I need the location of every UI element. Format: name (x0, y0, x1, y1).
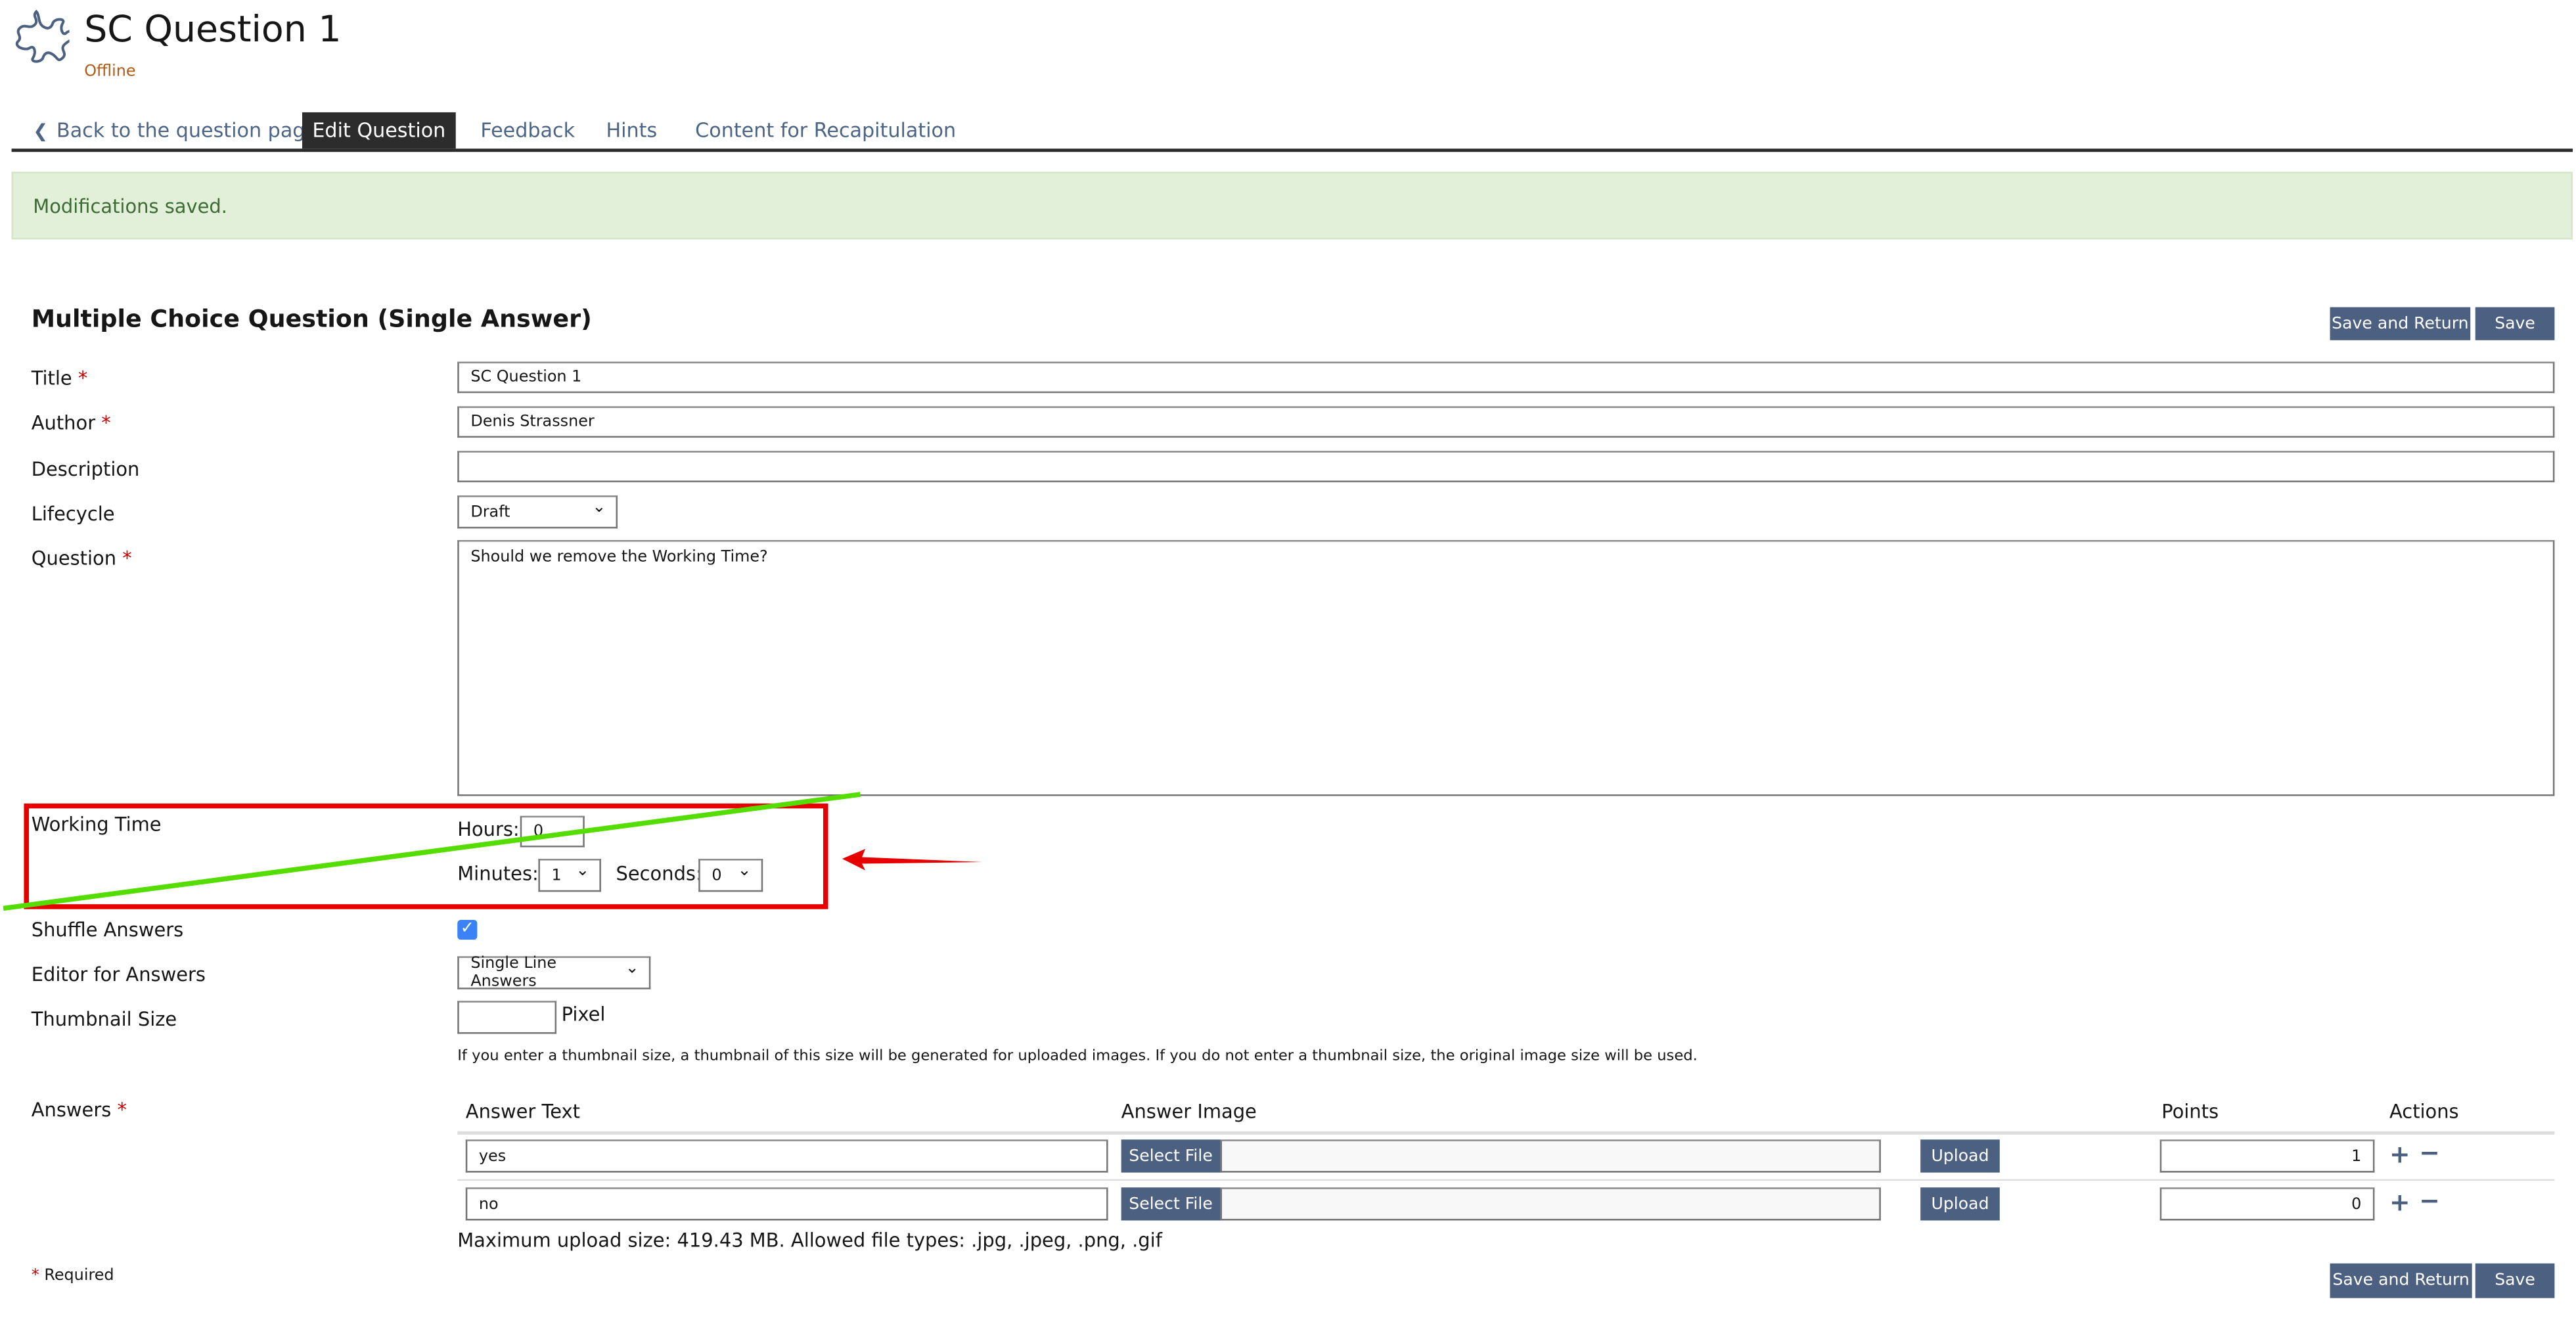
page: SC Question 1 Offline ❮ Back to the quest… (0, 0, 2576, 1321)
annotation-overlay (3, 792, 983, 911)
arrow-icon (842, 848, 983, 871)
strike-line (3, 792, 861, 911)
